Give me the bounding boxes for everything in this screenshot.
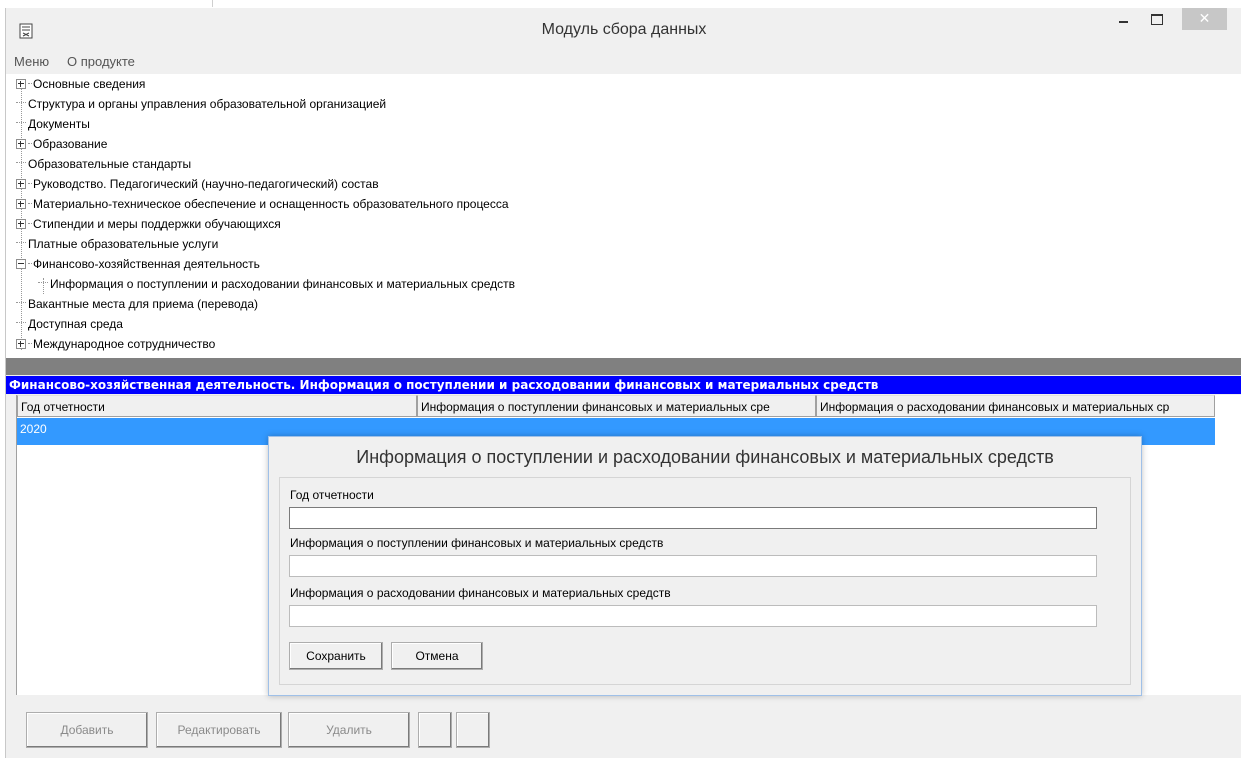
- tree-dots: [28, 143, 32, 144]
- tree-item-paid-services[interactable]: Платные образовательные услуги: [16, 234, 218, 254]
- expand-icon[interactable]: [16, 179, 26, 189]
- tree-item-education[interactable]: Образование: [16, 134, 107, 154]
- menu-item-about[interactable]: О продукте: [67, 54, 135, 69]
- tree-item-international[interactable]: Международное сотрудничество: [16, 334, 215, 354]
- tree-item-label: Материально-техническое обеспечение и ос…: [33, 197, 509, 211]
- tree-leaf-line: [38, 282, 48, 284]
- expand-icon[interactable]: [16, 139, 26, 149]
- expand-icon[interactable]: [16, 219, 26, 229]
- collapse-icon[interactable]: [16, 259, 26, 269]
- tree-item-label: Платные образовательные услуги: [28, 237, 219, 251]
- tree-item-label: Финансово-хозяйственная деятельность: [33, 257, 260, 271]
- field-label-expense: Информация о расходовании финансовых и м…: [290, 586, 671, 600]
- minimize-icon: [1118, 21, 1128, 23]
- tree-leaf-line: [16, 162, 26, 164]
- dialog-title: Информация о поступлении и расходовании …: [356, 447, 1054, 467]
- title-bar[interactable]: Модуль сбора данных ✕: [6, 8, 1241, 50]
- splitter[interactable]: [6, 358, 1241, 375]
- tree-item-label: Основные сведения: [33, 77, 146, 91]
- tree-item-vacancies[interactable]: Вакантные места для приема (перевода): [16, 294, 258, 314]
- maximize-icon: [1151, 13, 1163, 25]
- expense-input[interactable]: [289, 605, 1097, 627]
- tree-item-finance-info[interactable]: Информация о поступлении и расходовании …: [38, 274, 515, 294]
- tree-item-label: Структура и органы управления образовате…: [28, 97, 387, 111]
- tree-dots: [28, 263, 32, 264]
- tree-item-structure[interactable]: Структура и органы управления образовате…: [16, 94, 386, 114]
- cancel-button[interactable]: Отмена: [391, 642, 483, 670]
- income-input[interactable]: [289, 555, 1097, 577]
- tree-leaf-line: [16, 242, 26, 244]
- minimize-button[interactable]: [1108, 8, 1138, 30]
- column-header-expense[interactable]: Информация о расходовании финансовых и м…: [816, 395, 1215, 417]
- year-input[interactable]: [289, 507, 1097, 529]
- expand-icon[interactable]: [16, 79, 26, 89]
- tree-item-label: Международное сотрудничество: [33, 337, 216, 351]
- tree-item-label: Документы: [28, 117, 90, 131]
- add-button[interactable]: Добавить: [26, 712, 148, 748]
- tree-item-equipment[interactable]: Материально-техническое обеспечение и ос…: [16, 194, 509, 214]
- maximize-button[interactable]: [1142, 8, 1172, 30]
- close-icon: ✕: [1198, 11, 1211, 27]
- tree-dots: [28, 203, 32, 204]
- edit-dialog: Информация о поступлении и расходовании …: [268, 436, 1142, 696]
- column-header-year[interactable]: Год отчетности: [17, 395, 417, 417]
- tree-dots: [28, 223, 32, 224]
- menu-item-menu[interactable]: Меню: [14, 54, 49, 69]
- tree-item-scholarships[interactable]: Стипендии и меры поддержки обучающихся: [16, 214, 281, 234]
- navigation-tree: Основные сведения Структура и органы упр…: [6, 74, 1241, 358]
- field-label-income: Информация о поступлении финансовых и ма…: [290, 536, 664, 550]
- tree-item-label: Образовательные стандарты: [28, 157, 192, 171]
- tree-leaf-line: [16, 122, 26, 124]
- window-title: Модуль сбора данных: [541, 21, 707, 38]
- expand-icon[interactable]: [16, 339, 26, 349]
- tree-dots: [28, 83, 32, 84]
- tree-item-label: Образование: [33, 137, 108, 151]
- extra-button-1[interactable]: [418, 712, 452, 748]
- tree-item-label: Руководство. Педагогический (научно-педа…: [33, 177, 379, 191]
- expand-icon[interactable]: [16, 199, 26, 209]
- tree-item-basic-info[interactable]: Основные сведения: [16, 74, 145, 94]
- tree-item-finance[interactable]: Финансово-хозяйственная деятельность: [16, 254, 260, 274]
- save-button[interactable]: Сохранить: [289, 642, 383, 670]
- tree-item-label: Информация о поступлении и расходовании …: [50, 277, 515, 291]
- action-toolbar: Добавить Редактировать Удалить: [6, 704, 1241, 758]
- tree-item-documents[interactable]: Документы: [16, 114, 90, 134]
- tree-item-label: Стипендии и меры поддержки обучающихся: [33, 217, 281, 231]
- extra-button-2[interactable]: [456, 712, 490, 748]
- close-button[interactable]: ✕: [1182, 8, 1227, 30]
- tree-leaf-line: [16, 322, 26, 324]
- edit-button[interactable]: Редактировать: [156, 712, 282, 748]
- tree-dots: [28, 183, 32, 184]
- tree-item-label: Доступная среда: [28, 317, 123, 331]
- tree-dots: [28, 343, 32, 344]
- tree-leaf-line: [16, 302, 26, 304]
- window-edge-tick: [212, 0, 213, 7]
- section-header: Финансово-хозяйственная деятельность. Ин…: [6, 376, 1241, 394]
- dialog-form: Год отчетности Информация о поступлении …: [279, 477, 1131, 685]
- grid-header: Год отчетности Информация о поступлении …: [17, 395, 1217, 417]
- tree-item-standards[interactable]: Образовательные стандарты: [16, 154, 191, 174]
- tree-item-label: Вакантные места для приема (перевода): [28, 297, 259, 311]
- field-label-year: Год отчетности: [290, 488, 374, 502]
- menu-bar: Меню О продукте: [6, 52, 1241, 72]
- tree-leaf-line: [16, 102, 26, 104]
- tree-item-accessibility[interactable]: Доступная среда: [16, 314, 123, 334]
- column-header-income[interactable]: Информация о поступлении финансовых и ма…: [417, 395, 816, 417]
- tree-item-staff[interactable]: Руководство. Педагогический (научно-педа…: [16, 174, 379, 194]
- delete-button[interactable]: Удалить: [288, 712, 410, 748]
- cell-year: 2020: [20, 422, 47, 436]
